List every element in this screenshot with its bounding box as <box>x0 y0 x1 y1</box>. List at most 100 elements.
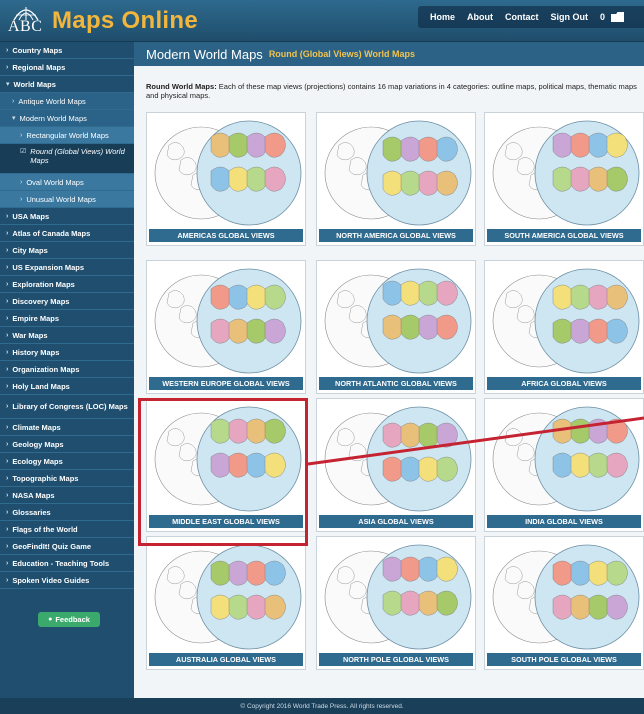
sidebar-item-geology-maps[interactable]: › Geology Maps <box>0 436 134 453</box>
sidebar-item-country-maps[interactable]: › Country Maps <box>0 42 134 59</box>
globe-map-image[interactable] <box>319 115 473 228</box>
chevron-right-icon: › <box>6 263 9 271</box>
map-card-label[interactable]: NORTH AMERICA GLOBAL VIEWS <box>319 229 473 242</box>
site-logo[interactable]: ABC Maps Online <box>8 4 198 38</box>
sidebar-item-geofindit-quiz-game[interactable]: › GeoFindIt! Quiz Game <box>0 538 134 555</box>
sidebar-item-atlas-of-canada-maps[interactable]: › Atlas of Canada Maps <box>0 225 134 242</box>
map-card-africa[interactable]: AFRICA GLOBAL VIEWS <box>484 260 644 394</box>
chevron-down-icon: ▾ <box>12 115 16 122</box>
map-card-atlantic[interactable]: NORTH ATLANTIC GLOBAL VIEWS <box>316 260 476 394</box>
sidebar-item-label: Geology Maps <box>12 439 64 449</box>
nav-contact-link[interactable]: Contact <box>505 12 539 22</box>
chevron-right-icon: › <box>6 314 9 322</box>
cart-count: 0 <box>599 12 605 22</box>
map-card-label[interactable]: INDIA GLOBAL VIEWS <box>487 515 641 528</box>
globe-map-image[interactable] <box>487 263 641 376</box>
sidebar-item-us-expansion-maps[interactable]: › US Expansion Maps <box>0 259 134 276</box>
map-card-south-america[interactable]: SOUTH AMERICA GLOBAL VIEWS <box>484 112 644 246</box>
sidebar-item-label: Flags of the World <box>12 524 78 534</box>
map-card-americas[interactable]: AMERICAS GLOBAL VIEWS <box>146 112 306 246</box>
map-card-label[interactable]: AFRICA GLOBAL VIEWS <box>487 377 641 390</box>
sidebar-item-round-global-views-world-maps[interactable]: ☑ Round (Global Views) World Maps <box>0 144 134 174</box>
globe-map-image[interactable] <box>487 539 641 652</box>
chevron-down-icon: ▾ <box>6 81 10 88</box>
chevron-right-icon: › <box>6 63 9 71</box>
sidebar-item-glossaries[interactable]: › Glossaries <box>0 504 134 521</box>
copyright-text: © Copyright 2016 World Trade Press. All … <box>240 702 404 710</box>
map-card-label[interactable]: ASIA GLOBAL VIEWS <box>319 515 473 528</box>
sidebar-item-label: NASA Maps <box>12 490 55 500</box>
globe-map-image[interactable] <box>319 401 473 514</box>
sidebar-item-education-teaching-tools[interactable]: › Education - Teaching Tools <box>0 555 134 572</box>
sidebar-item-rectangular-world-maps[interactable]: › Rectangular World Maps <box>0 127 134 144</box>
sidebar-item-organization-maps[interactable]: › Organization Maps <box>0 361 134 378</box>
cart-button[interactable]: 0 <box>600 12 630 22</box>
globe-map-image[interactable] <box>487 401 641 514</box>
sidebar-item-topographic-maps[interactable]: › Topographic Maps <box>0 470 134 487</box>
chevron-right-icon: › <box>20 131 23 139</box>
map-card-europe[interactable]: WESTERN EUROPE GLOBAL VIEWS <box>146 260 306 394</box>
sidebar-item-city-maps[interactable]: › City Maps <box>0 242 134 259</box>
sidebar-item-war-maps[interactable]: › War Maps <box>0 327 134 344</box>
sidebar-item-label: USA Maps <box>12 211 50 221</box>
sidebar-item-regional-maps[interactable]: › Regional Maps <box>0 59 134 76</box>
map-card-label[interactable]: SOUTH POLE GLOBAL VIEWS <box>487 653 641 666</box>
globe-map-image[interactable] <box>319 539 473 652</box>
page-subtitle: Round (Global Views) World Maps <box>268 49 415 59</box>
nav-about-link[interactable]: About <box>467 12 493 22</box>
globe-map-image[interactable] <box>149 263 303 376</box>
sidebar-item-exploration-maps[interactable]: › Exploration Maps <box>0 276 134 293</box>
nav-signout-link[interactable]: Sign Out <box>550 12 588 22</box>
map-card-label[interactable]: NORTH POLE GLOBAL VIEWS <box>319 653 473 666</box>
map-card-label[interactable]: WESTERN EUROPE GLOBAL VIEWS <box>149 377 303 390</box>
map-card-label[interactable]: AMERICAS GLOBAL VIEWS <box>149 229 303 242</box>
feedback-label: Feedback <box>55 615 90 624</box>
sidebar-item-label: City Maps <box>12 245 48 255</box>
sidebar-item-usa-maps[interactable]: › USA Maps <box>0 208 134 225</box>
sidebar-item-history-maps[interactable]: › History Maps <box>0 344 134 361</box>
sidebar-item-modern-world-maps[interactable]: ▾ Modern World Maps <box>0 110 134 127</box>
map-card-label[interactable]: AUSTRALIA GLOBAL VIEWS <box>149 653 303 666</box>
globe-map-image[interactable] <box>149 115 303 228</box>
sidebar-item-spoken-video-guides[interactable]: › Spoken Video Guides <box>0 572 134 589</box>
sidebar-item-discovery-maps[interactable]: › Discovery Maps <box>0 293 134 310</box>
map-card-north-pole[interactable]: NORTH POLE GLOBAL VIEWS <box>316 536 476 670</box>
sidebar-item-holy-land-maps[interactable]: › Holy Land Maps <box>0 378 134 395</box>
feedback-button[interactable]: ● Feedback <box>38 612 100 627</box>
sidebar-item-label: Country Maps <box>12 45 63 55</box>
sidebar-nav: › Country Maps › Regional Maps ▾ World Maps › A… <box>0 42 134 698</box>
sidebar-item-label: World Maps <box>13 79 56 89</box>
sidebar-item-label: US Expansion Maps <box>12 262 85 272</box>
chevron-right-icon: › <box>6 457 9 465</box>
globe-map-image[interactable] <box>487 115 641 228</box>
sidebar-item-unusual-world-maps[interactable]: › Unusual World Maps <box>0 191 134 208</box>
map-card-australia[interactable]: AUSTRALIA GLOBAL VIEWS <box>146 536 306 670</box>
chevron-right-icon: › <box>6 46 9 54</box>
globe-map-image[interactable] <box>149 539 303 652</box>
map-card-label[interactable]: SOUTH AMERICA GLOBAL VIEWS <box>487 229 641 242</box>
sidebar-item-label: Antique World Maps <box>18 96 86 106</box>
chevron-right-icon: › <box>6 212 9 220</box>
sidebar-item-label: Education - Teaching Tools <box>12 558 110 568</box>
sidebar-item-climate-maps[interactable]: › Climate Maps <box>0 419 134 436</box>
map-card-south-pole[interactable]: SOUTH POLE GLOBAL VIEWS <box>484 536 644 670</box>
map-card-asia[interactable]: ASIA GLOBAL VIEWS <box>316 398 476 532</box>
sidebar-item-empire-maps[interactable]: › Empire Maps <box>0 310 134 327</box>
map-card-label[interactable]: NORTH ATLANTIC GLOBAL VIEWS <box>319 377 473 390</box>
sidebar-item-world-maps[interactable]: ▾ World Maps <box>0 76 134 93</box>
chevron-right-icon: › <box>6 542 9 550</box>
sidebar-item-library-of-congress-loc-maps[interactable]: › Library of Congress (LOC) Maps <box>0 395 134 419</box>
sidebar-item-ecology-maps[interactable]: › Ecology Maps <box>0 453 134 470</box>
sidebar-item-label: Empire Maps <box>12 313 60 323</box>
site-footer: © Copyright 2016 World Trade Press. All … <box>0 698 644 714</box>
sidebar-item-flags-of-the-world[interactable]: › Flags of the World <box>0 521 134 538</box>
sidebar-item-label: Oval World Maps <box>26 177 84 187</box>
chevron-right-icon: › <box>6 525 9 533</box>
globe-map-image[interactable] <box>319 263 473 376</box>
nav-home-link[interactable]: Home <box>430 12 455 22</box>
sidebar-item-oval-world-maps[interactable]: › Oval World Maps <box>0 174 134 191</box>
sidebar-item-antique-world-maps[interactable]: › Antique World Maps <box>0 93 134 110</box>
map-card-india[interactable]: INDIA GLOBAL VIEWS <box>484 398 644 532</box>
map-card-north-america[interactable]: NORTH AMERICA GLOBAL VIEWS <box>316 112 476 246</box>
sidebar-item-nasa-maps[interactable]: › NASA Maps <box>0 487 134 504</box>
